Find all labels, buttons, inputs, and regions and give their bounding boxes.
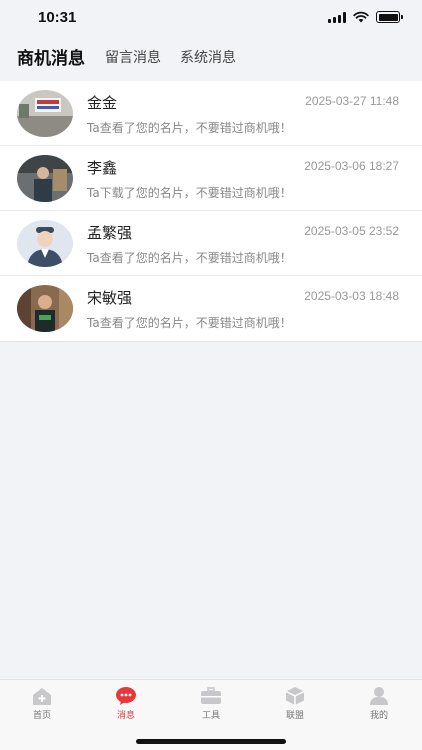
contact-name: 李鑫 <box>87 159 118 177</box>
tab-home[interactable]: 首页 <box>12 686 72 721</box>
message-preview: Ta下载了您的名片，不要错过商机哦！ <box>87 186 292 200</box>
avatar <box>17 155 73 202</box>
tab-profile[interactable]: 我的 <box>349 686 409 721</box>
message-preview: Ta查看了您的名片，不要错过商机哦！ <box>87 251 292 265</box>
home-icon <box>33 688 51 705</box>
contact-name: 宋敏强 <box>87 289 133 307</box>
tab-business-messages[interactable]: 商机消息 <box>17 44 85 69</box>
message-time: 2025-03-03 18:48 <box>304 289 399 303</box>
wifi-icon <box>353 11 369 23</box>
battery-icon <box>376 11 403 23</box>
status-bar: 10:31 <box>0 0 422 38</box>
message-time: 2025-03-06 18:27 <box>304 159 399 173</box>
message-item[interactable]: 孟繁强 2025-03-05 23:52 Ta查看了您的名片，不要错过商机哦！ <box>0 211 422 276</box>
home-indicator <box>136 739 286 744</box>
status-time: 10:31 <box>38 9 77 26</box>
contact-name: 孟繁强 <box>87 224 133 242</box>
tab-tools[interactable]: 工具 <box>181 686 241 721</box>
message-time: 2025-03-27 11:48 <box>305 94 399 108</box>
cube-icon <box>285 687 305 705</box>
message-preview: Ta查看了您的名片，不要错过商机哦！ <box>87 121 292 135</box>
avatar <box>17 285 73 332</box>
avatar <box>17 90 73 137</box>
avatar <box>17 220 73 267</box>
signal-icon <box>328 11 346 23</box>
message-item[interactable]: 李鑫 2025-03-06 18:27 Ta下载了您的名片，不要错过商机哦！ <box>0 146 422 211</box>
user-icon <box>370 687 388 705</box>
message-item[interactable]: 金金 2025-03-27 11:48 Ta查看了您的名片，不要错过商机哦！ <box>0 81 422 146</box>
tab-messages[interactable]: 消息 <box>96 686 156 721</box>
tab-profile-label: 我的 <box>369 711 388 721</box>
toolbox-icon <box>201 687 221 704</box>
tab-system-messages[interactable]: 系统消息 <box>180 47 236 67</box>
tab-comment-messages[interactable]: 留言消息 <box>105 47 161 67</box>
message-icon <box>116 687 136 705</box>
tab-alliance-label: 联盟 <box>285 711 304 721</box>
message-time: 2025-03-05 23:52 <box>304 224 399 238</box>
message-item[interactable]: 宋敏强 2025-03-03 18:48 Ta查看了您的名片，不要错过商机哦！ <box>0 276 422 341</box>
tab-home-label: 首页 <box>32 711 51 721</box>
message-preview: Ta查看了您的名片，不要错过商机哦！ <box>87 316 292 330</box>
tab-tools-label: 工具 <box>201 711 220 721</box>
tab-messages-label: 消息 <box>116 711 135 721</box>
message-tabs: 商机消息 留言消息 系统消息 <box>0 38 422 80</box>
message-list: 金金 2025-03-27 11:48 Ta查看了您的名片，不要错过商机哦！ 李… <box>0 81 422 342</box>
status-icons <box>328 11 403 23</box>
contact-name: 金金 <box>87 94 118 112</box>
tab-alliance[interactable]: 联盟 <box>265 686 325 721</box>
